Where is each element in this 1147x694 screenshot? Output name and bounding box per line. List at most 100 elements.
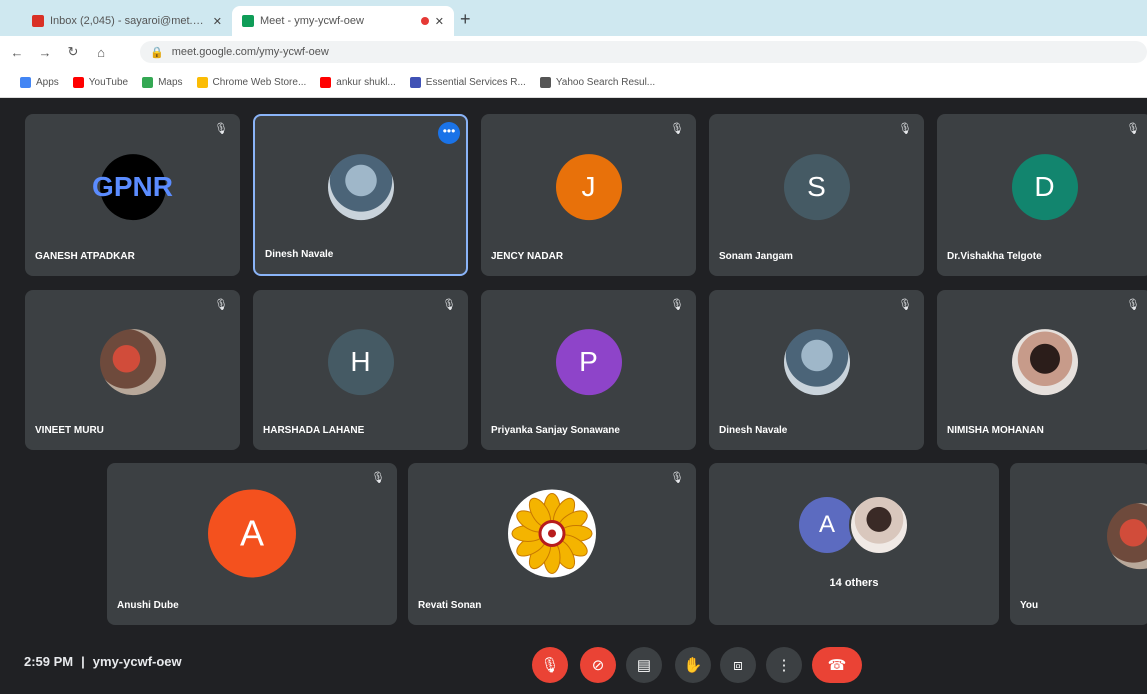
participant-tile[interactable]: H 🎙 HARSHADA LAHANE [253,290,468,450]
others-count-label: 14 others [829,577,879,589]
back-arrow-icon[interactable]: ← [6,45,28,60]
bookmark-label: Yahoo Search Resul... [555,77,656,88]
participant-name: Sonam Jangam [719,251,793,262]
participant-name: HARSHADA LAHANE [263,425,365,436]
bookmark-label: Maps [158,77,183,88]
participant-name: NIMISHA MOHANAN [947,425,1044,436]
bookmark-label: Chrome Web Store... [212,77,307,88]
bookmark-item[interactable]: ankur shukl... [320,77,396,88]
participant-avatar: H [327,329,394,396]
more-vert-icon: ⋮ [776,657,792,674]
mic-muted-icon: 🎙 [1126,299,1140,311]
mic-muted-icon: 🎙 [1126,123,1140,135]
meet-control-bar: 2:59 PM | ymy-ycwf-oew 🎙 ⊘ ▤ ✋ ⧈ ⋮ ☎ [0,639,1147,694]
participant-name: You [1020,600,1039,611]
bookmark-icon [409,77,421,88]
bookmark-label: Essential Services R... [425,77,526,88]
meet-participant-grid: GPNR 🎙 GANESH ATPADKAR ••• Dinesh Navale J 🎙 JE… [0,99,1147,639]
participant-avatar [1011,329,1078,396]
captions-button[interactable]: ▤ [626,647,662,683]
participant-tile[interactable]: 🎙 VINEET MURU [25,290,240,450]
participant-tile[interactable]: 🎙 Dinesh Navale [709,290,924,450]
participant-avatar: P [555,329,622,396]
lock-icon: 🔒 [150,46,164,59]
url-input[interactable]: 🔒 meet.google.com/ymy-ycwf-oew [140,41,1147,63]
camera-off-icon: ⊘ [591,657,605,674]
home-icon[interactable]: ⌂ [90,45,112,60]
meeting-info: 2:59 PM | ymy-ycwf-oew [24,654,182,669]
participant-tile[interactable]: A 🎙 Anushi Dube [107,463,397,625]
others-tile[interactable]: A 14 others [709,463,999,625]
bookmark-item[interactable]: YouTube [72,77,128,88]
tab-gmail[interactable]: Inbox (2,045) - sayaroi@met.ac.in ✕ [22,6,232,36]
present-button[interactable]: ⧈ [720,647,756,683]
reload-icon[interactable]: ↻ [62,44,84,60]
participant-avatar: S [783,154,850,221]
participant-tile[interactable]: ••• Dinesh Navale [253,114,468,276]
bookmark-item[interactable]: Chrome Web Store... [196,77,307,88]
mic-muted-icon: 🎙 [898,299,912,311]
mic-muted-icon: 🎙 [670,472,684,484]
url-text: meet.google.com/ymy-ycwf-oew [171,46,329,58]
participant-name: VINEET MURU [35,425,104,436]
participant-tile[interactable]: 🎙 NIMISHA MOHANAN [937,290,1147,450]
mic-muted-icon: 🎙 [214,299,228,311]
others-avatar-initial: A [799,497,855,553]
flower-logo-icon [511,492,593,574]
mic-muted-icon: 🎙 [670,123,684,135]
participant-avatar: D [1011,154,1078,221]
hand-icon: ✋ [683,657,703,674]
meet-icon [242,15,254,27]
participant-avatar: GPNR [92,154,173,221]
participant-avatar [1107,503,1147,570]
participant-avatar [327,154,394,221]
raise-hand-button[interactable]: ✋ [675,647,711,683]
participant-name: Dr.Vishakha Telgote [947,251,1042,262]
participant-tile[interactable]: 🎙 Revati Sonan [408,463,696,625]
mic-muted-icon: 🎙 [214,123,228,135]
bookmark-label: Apps [36,77,59,88]
browser-tab-bar: Inbox (2,045) - sayaroi@met.ac.in ✕ Meet… [0,0,1147,36]
bookmark-icon [539,77,551,88]
participant-name: GANESH ATPADKAR [35,251,135,262]
close-tab-icon[interactable]: ✕ [213,15,222,28]
leave-call-button[interactable]: ☎ [812,647,862,683]
captions-icon: ▤ [636,657,652,674]
close-tab-icon[interactable]: ✕ [435,15,444,28]
bookmark-icon [20,77,31,88]
participant-avatar [783,329,850,396]
tab-meet[interactable]: Meet - ymy-ycwf-oew ✕ [232,6,454,36]
bookmark-icon [72,77,84,88]
participant-name: Revati Sonan [418,600,482,611]
participant-tile[interactable]: P 🎙 Priyanka Sanjay Sonawane [481,290,696,450]
tab-title: Inbox (2,045) - sayaroi@met.ac.in [50,15,207,27]
others-avatars: A [799,495,914,555]
participant-avatar: A [208,489,296,578]
meeting-code: ymy-ycwf-oew [92,654,182,669]
more-options-icon[interactable]: ••• [438,122,460,144]
tab-title: Meet - ymy-ycwf-oew [260,15,364,27]
gmail-icon [32,15,44,27]
bookmark-item[interactable]: Essential Services R... [409,77,526,88]
participant-tile[interactable]: You [1010,463,1147,625]
bookmark-icon [320,77,332,88]
camera-off-button[interactable]: ⊘ [580,647,616,683]
participant-tile[interactable]: GPNR 🎙 GANESH ATPADKAR [25,114,240,276]
participant-tile[interactable]: J 🎙 JENCY NADAR [481,114,696,276]
bookmark-item[interactable]: Yahoo Search Resul... [539,77,656,88]
participant-tile[interactable]: S 🎙 Sonam Jangam [709,114,924,276]
more-options-button[interactable]: ⋮ [766,647,802,683]
participant-avatar [508,489,596,578]
mic-muted-icon: 🎙 [442,299,456,311]
bookmark-item[interactable]: Apps [20,77,59,88]
mic-muted-icon: 🎙 [371,472,385,484]
bookmark-icon [142,77,154,88]
mic-off-button[interactable]: 🎙 [532,647,568,683]
bookmark-item[interactable]: Maps [142,77,183,88]
participant-tile[interactable]: D 🎙 Dr.Vishakha Telgote [937,114,1147,276]
recording-indicator-icon [420,17,429,25]
separator: | [81,654,85,669]
new-tab-button[interactable]: + [460,9,471,30]
participant-avatar [99,329,166,396]
forward-arrow-icon[interactable]: → [34,45,56,60]
